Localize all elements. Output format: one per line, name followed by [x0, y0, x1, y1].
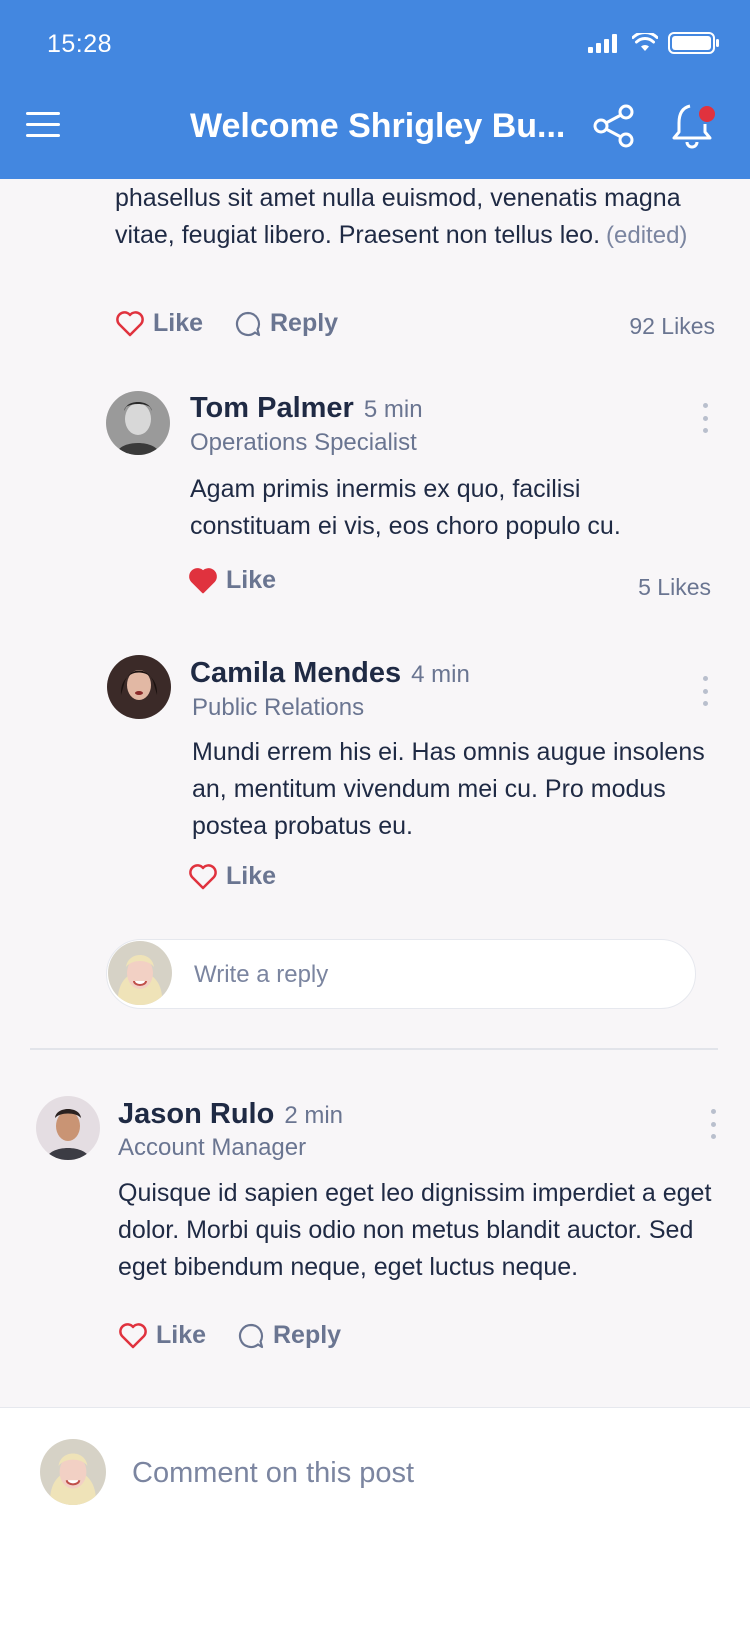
menu-icon-bar: [26, 123, 60, 126]
post-reply-button[interactable]: Reply: [234, 309, 338, 338]
avatar[interactable]: [106, 391, 170, 455]
heart-icon: [189, 863, 217, 889]
reply-role: Operations Specialist: [190, 429, 417, 456]
reply-bubble-icon: [238, 1323, 264, 1348]
post-reply-label: Reply: [270, 309, 339, 337]
reply-text: Agam primis inermis ex quo, facilisi con…: [190, 475, 621, 540]
reply-like-label: Like: [226, 862, 277, 890]
post-likes-count[interactable]: 92 Likes: [629, 313, 715, 340]
page-title: Welcome Shrigley Bu...: [190, 107, 566, 145]
edited-label: (edited): [606, 222, 688, 249]
comment-like-label: Like: [156, 1321, 207, 1349]
current-user-avatar-image: [108, 941, 172, 1005]
reply-like-button[interactable]: Like: [188, 566, 276, 595]
app-header: 15:28 Welcome Shrigley Bu...: [0, 0, 750, 179]
author-name: Tom Palmer: [190, 392, 354, 424]
status-time: 15:28: [47, 30, 113, 58]
reply-box: [106, 939, 696, 1010]
status-icons: [588, 32, 720, 54]
post-like-label: Like: [153, 309, 204, 337]
menu-button[interactable]: [26, 112, 60, 140]
heart-icon: [189, 567, 217, 593]
user-avatar-image: [36, 1096, 100, 1160]
comment-text: Quisque id sapien eget leo dignissim imp…: [118, 1179, 712, 1281]
current-user-avatar-image: [40, 1439, 106, 1505]
comment-input[interactable]: [130, 1442, 694, 1504]
post-like-button[interactable]: Like: [115, 309, 203, 338]
reply-time: 4 min: [411, 661, 470, 688]
reply-like-label: Like: [226, 566, 277, 594]
reply-likes-count[interactable]: 5 Likes: [638, 574, 711, 601]
reply-text: Mundi errem his ei. Has omnis augue inso…: [192, 738, 705, 840]
comment-author[interactable]: Jason Rulo 2 min: [118, 1098, 343, 1131]
user-avatar-image: [107, 655, 171, 719]
comment-role: Account Manager: [118, 1134, 307, 1161]
reply-time: 5 min: [363, 396, 423, 423]
avatar[interactable]: [36, 1096, 100, 1160]
comment-bar: [0, 1407, 750, 1625]
avatar: [40, 1439, 106, 1505]
avatar[interactable]: [107, 655, 171, 719]
share-icon[interactable]: [592, 103, 636, 149]
reply-bubble-icon: [235, 311, 261, 336]
comment-time: 2 min: [284, 1102, 343, 1129]
comment-reply-button[interactable]: Reply: [237, 1321, 341, 1350]
battery-icon: [668, 32, 719, 54]
reply-role: Public Relations: [192, 694, 365, 721]
avatar: [108, 941, 172, 1005]
user-avatar-image: [106, 391, 170, 455]
signal-icon: [588, 34, 617, 53]
more-vertical-icon[interactable]: [700, 676, 710, 706]
comment-like-button[interactable]: Like: [118, 1321, 206, 1350]
menu-icon-bar: [26, 134, 60, 137]
heart-icon: [119, 1322, 147, 1348]
reply-author[interactable]: Camila Mendes 4 min: [190, 657, 470, 690]
bell-icon[interactable]: [670, 100, 718, 150]
wifi-icon: [632, 33, 658, 51]
reply-author[interactable]: Tom Palmer 5 min: [190, 392, 423, 425]
reply-input[interactable]: [192, 940, 676, 1010]
comment-reply-label: Reply: [273, 1321, 342, 1349]
author-name: Jason Rulo: [118, 1098, 275, 1130]
reply-like-button[interactable]: Like: [188, 862, 276, 891]
divider: [30, 1048, 718, 1050]
author-name: Camila Mendes: [190, 657, 402, 689]
more-vertical-icon[interactable]: [700, 403, 710, 433]
post-body: phasellus sit amet nulla euismod, venena…: [115, 184, 681, 249]
menu-icon: [26, 112, 60, 115]
post-text: phasellus sit amet nulla euismod, venena…: [115, 180, 715, 254]
more-vertical-icon[interactable]: [708, 1109, 718, 1139]
heart-icon: [116, 310, 144, 336]
